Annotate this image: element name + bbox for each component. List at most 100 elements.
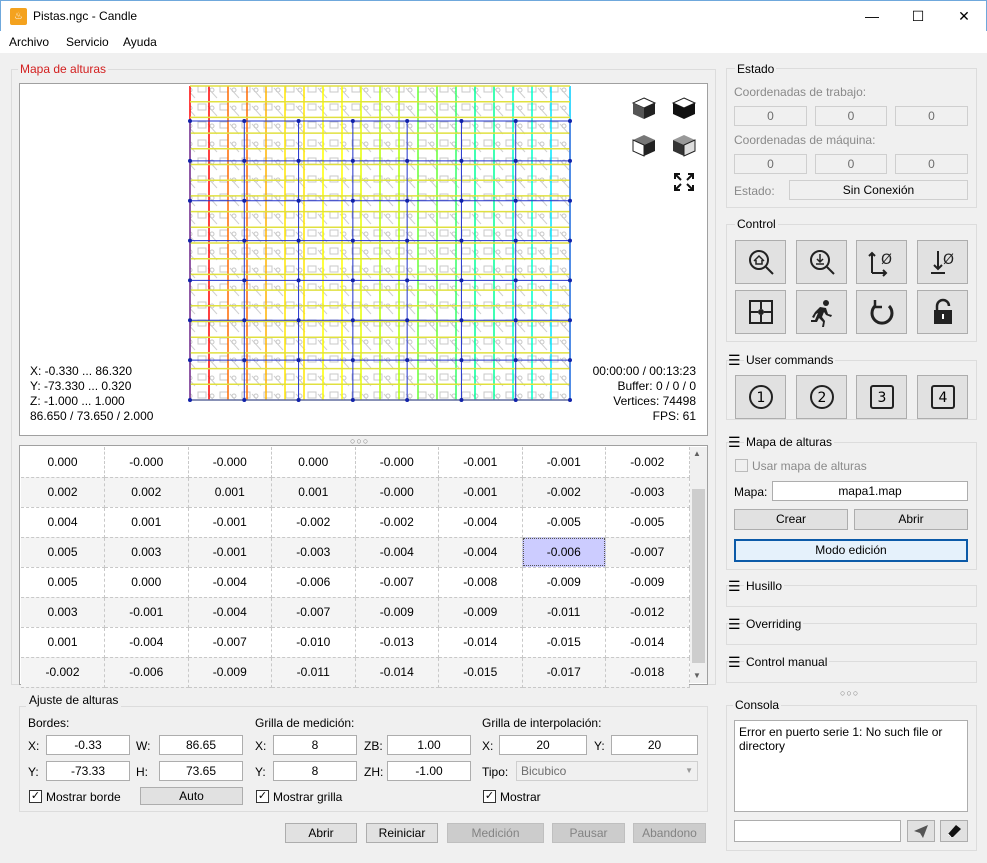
table-cell[interactable]: -0.004 bbox=[104, 627, 189, 658]
table-cell[interactable]: -0.000 bbox=[104, 447, 189, 478]
table-cell[interactable]: -0.010 bbox=[271, 627, 356, 658]
fit-view-icon[interactable] bbox=[669, 168, 699, 196]
grilla-y-input[interactable] bbox=[273, 761, 357, 781]
table-cell[interactable]: -0.015 bbox=[522, 627, 606, 658]
table-cell[interactable]: 0.001 bbox=[188, 477, 272, 508]
table-cell[interactable]: -0.004 bbox=[438, 507, 523, 538]
menu-servicio[interactable]: Servicio bbox=[66, 35, 109, 49]
table-cell[interactable]: -0.005 bbox=[605, 507, 690, 538]
table-cell[interactable]: -0.000 bbox=[355, 447, 439, 478]
table-cell[interactable]: -0.009 bbox=[605, 567, 690, 598]
table-cell[interactable]: -0.002 bbox=[605, 447, 690, 478]
table-cell[interactable]: -0.013 bbox=[355, 627, 439, 658]
mapa-file-input[interactable] bbox=[772, 481, 968, 501]
mapa-group-title[interactable]: Mapa de alturas bbox=[744, 435, 835, 449]
table-cell[interactable]: -0.017 bbox=[522, 657, 606, 688]
overriding-title[interactable]: Overriding bbox=[744, 617, 804, 631]
console-output[interactable]: Error en puerto serie 1: No such file or… bbox=[734, 720, 968, 812]
table-cell[interactable]: -0.014 bbox=[605, 627, 690, 658]
user-command-1-button[interactable]: 1 bbox=[735, 375, 786, 419]
table-cell[interactable]: -0.004 bbox=[188, 567, 272, 598]
table-cell[interactable]: -0.001 bbox=[522, 447, 606, 478]
safe-position-button[interactable] bbox=[796, 290, 847, 334]
table-cell[interactable]: -0.001 bbox=[188, 507, 272, 538]
medicion-button[interactable]: Medición bbox=[447, 823, 544, 843]
menu-icon[interactable]: ☰ bbox=[728, 579, 741, 593]
table-cell[interactable]: 0.005 bbox=[21, 567, 105, 598]
close-button[interactable]: ✕ bbox=[941, 1, 987, 32]
table-scrollbar[interactable]: ▲ ▼ bbox=[690, 447, 707, 683]
menu-icon[interactable]: ☰ bbox=[728, 617, 741, 631]
table-cell[interactable]: 0.005 bbox=[21, 537, 105, 568]
restore-origin-button[interactable] bbox=[735, 290, 786, 334]
modo-edicion-button[interactable]: Modo edición bbox=[734, 539, 968, 562]
view-iso-icon[interactable] bbox=[629, 94, 659, 122]
view-top-icon[interactable] bbox=[669, 94, 699, 122]
home-button[interactable] bbox=[735, 240, 786, 284]
bordes-h-input[interactable] bbox=[159, 761, 243, 781]
table-cell[interactable]: -0.004 bbox=[355, 537, 439, 568]
crear-button[interactable]: Crear bbox=[734, 509, 848, 530]
table-cell[interactable]: -0.003 bbox=[271, 537, 356, 568]
husillo-title[interactable]: Husillo bbox=[744, 579, 785, 593]
table-cell[interactable]: -0.006 bbox=[104, 657, 189, 688]
table-cell[interactable]: -0.018 bbox=[605, 657, 690, 688]
table-cell[interactable]: -0.012 bbox=[605, 597, 690, 628]
table-cell[interactable]: -0.001 bbox=[104, 597, 189, 628]
pausar-button[interactable]: Pausar bbox=[552, 823, 625, 843]
usar-mapa-checkbox[interactable] bbox=[735, 459, 748, 472]
scroll-down-icon[interactable]: ▼ bbox=[693, 671, 701, 680]
table-cell[interactable]: -0.003 bbox=[605, 477, 690, 508]
table-cell[interactable]: 0.000 bbox=[21, 447, 105, 478]
table-cell[interactable]: -0.015 bbox=[438, 657, 523, 688]
abrir-map-button[interactable]: Abrir bbox=[854, 509, 968, 530]
scroll-thumb[interactable] bbox=[692, 489, 705, 663]
table-cell[interactable]: -0.000 bbox=[355, 477, 439, 508]
table-cell[interactable]: -0.006 bbox=[271, 567, 356, 598]
send-button[interactable] bbox=[907, 820, 935, 842]
command-input[interactable] bbox=[734, 820, 901, 842]
menu-icon[interactable]: ☰ bbox=[728, 435, 741, 449]
title-bar[interactable]: ♨ Pistas.ngc - Candle — ☐ ✕ bbox=[0, 0, 987, 31]
auto-button[interactable]: Auto bbox=[140, 787, 243, 805]
table-cell[interactable]: -0.009 bbox=[522, 567, 606, 598]
table-cell[interactable]: -0.000 bbox=[188, 447, 272, 478]
table-cell[interactable]: -0.002 bbox=[21, 657, 105, 688]
table-cell[interactable]: -0.014 bbox=[438, 627, 523, 658]
tipo-select[interactable]: Bicubico ▼ bbox=[516, 761, 698, 781]
table-cell[interactable]: -0.002 bbox=[522, 477, 606, 508]
zero-xy-button[interactable]: Ø bbox=[856, 240, 907, 284]
heightmap-table[interactable]: 0.000 -0.000 -0.000 0.000 -0.000 -0.001 -0.001… bbox=[21, 447, 690, 688]
table-cell[interactable]: 0.000 bbox=[104, 567, 189, 598]
splitter-handle[interactable]: ○○○ bbox=[840, 688, 859, 698]
table-cell[interactable]: -0.009 bbox=[188, 657, 272, 688]
maximize-button[interactable]: ☐ bbox=[895, 1, 941, 32]
reset-button[interactable] bbox=[856, 290, 907, 334]
table-cell[interactable]: -0.004 bbox=[438, 537, 523, 568]
table-cell[interactable]: -0.006 bbox=[522, 537, 606, 568]
bordes-y-input[interactable] bbox=[46, 761, 130, 781]
grilla-x-input[interactable] bbox=[273, 735, 357, 755]
table-cell[interactable]: -0.001 bbox=[188, 537, 272, 568]
mostrar-borde-checkbox[interactable]: ✓ bbox=[29, 790, 42, 803]
table-cell[interactable]: -0.009 bbox=[438, 597, 523, 628]
table-cell[interactable]: 0.003 bbox=[104, 537, 189, 568]
table-cell[interactable]: -0.014 bbox=[355, 657, 439, 688]
mostrar-grilla-checkbox[interactable]: ✓ bbox=[256, 790, 269, 803]
table-cell[interactable]: -0.002 bbox=[271, 507, 356, 538]
bordes-x-input[interactable] bbox=[46, 735, 130, 755]
unlock-button[interactable] bbox=[917, 290, 968, 334]
table-cell[interactable]: -0.001 bbox=[438, 477, 523, 508]
table-cell[interactable]: -0.007 bbox=[188, 627, 272, 658]
user-command-2-button[interactable]: 2 bbox=[796, 375, 847, 419]
menu-icon[interactable]: ☰ bbox=[728, 655, 741, 669]
view-left-icon[interactable] bbox=[669, 131, 699, 159]
table-cell[interactable]: -0.009 bbox=[355, 597, 439, 628]
scroll-up-icon[interactable]: ▲ bbox=[693, 449, 701, 458]
zh-input[interactable] bbox=[387, 761, 471, 781]
control-manual-title[interactable]: Control manual bbox=[744, 655, 830, 669]
table-cell[interactable]: -0.011 bbox=[271, 657, 356, 688]
table-cell[interactable]: -0.007 bbox=[355, 567, 439, 598]
table-cell[interactable]: -0.005 bbox=[522, 507, 606, 538]
menu-archivo[interactable]: Archivo bbox=[9, 35, 49, 49]
